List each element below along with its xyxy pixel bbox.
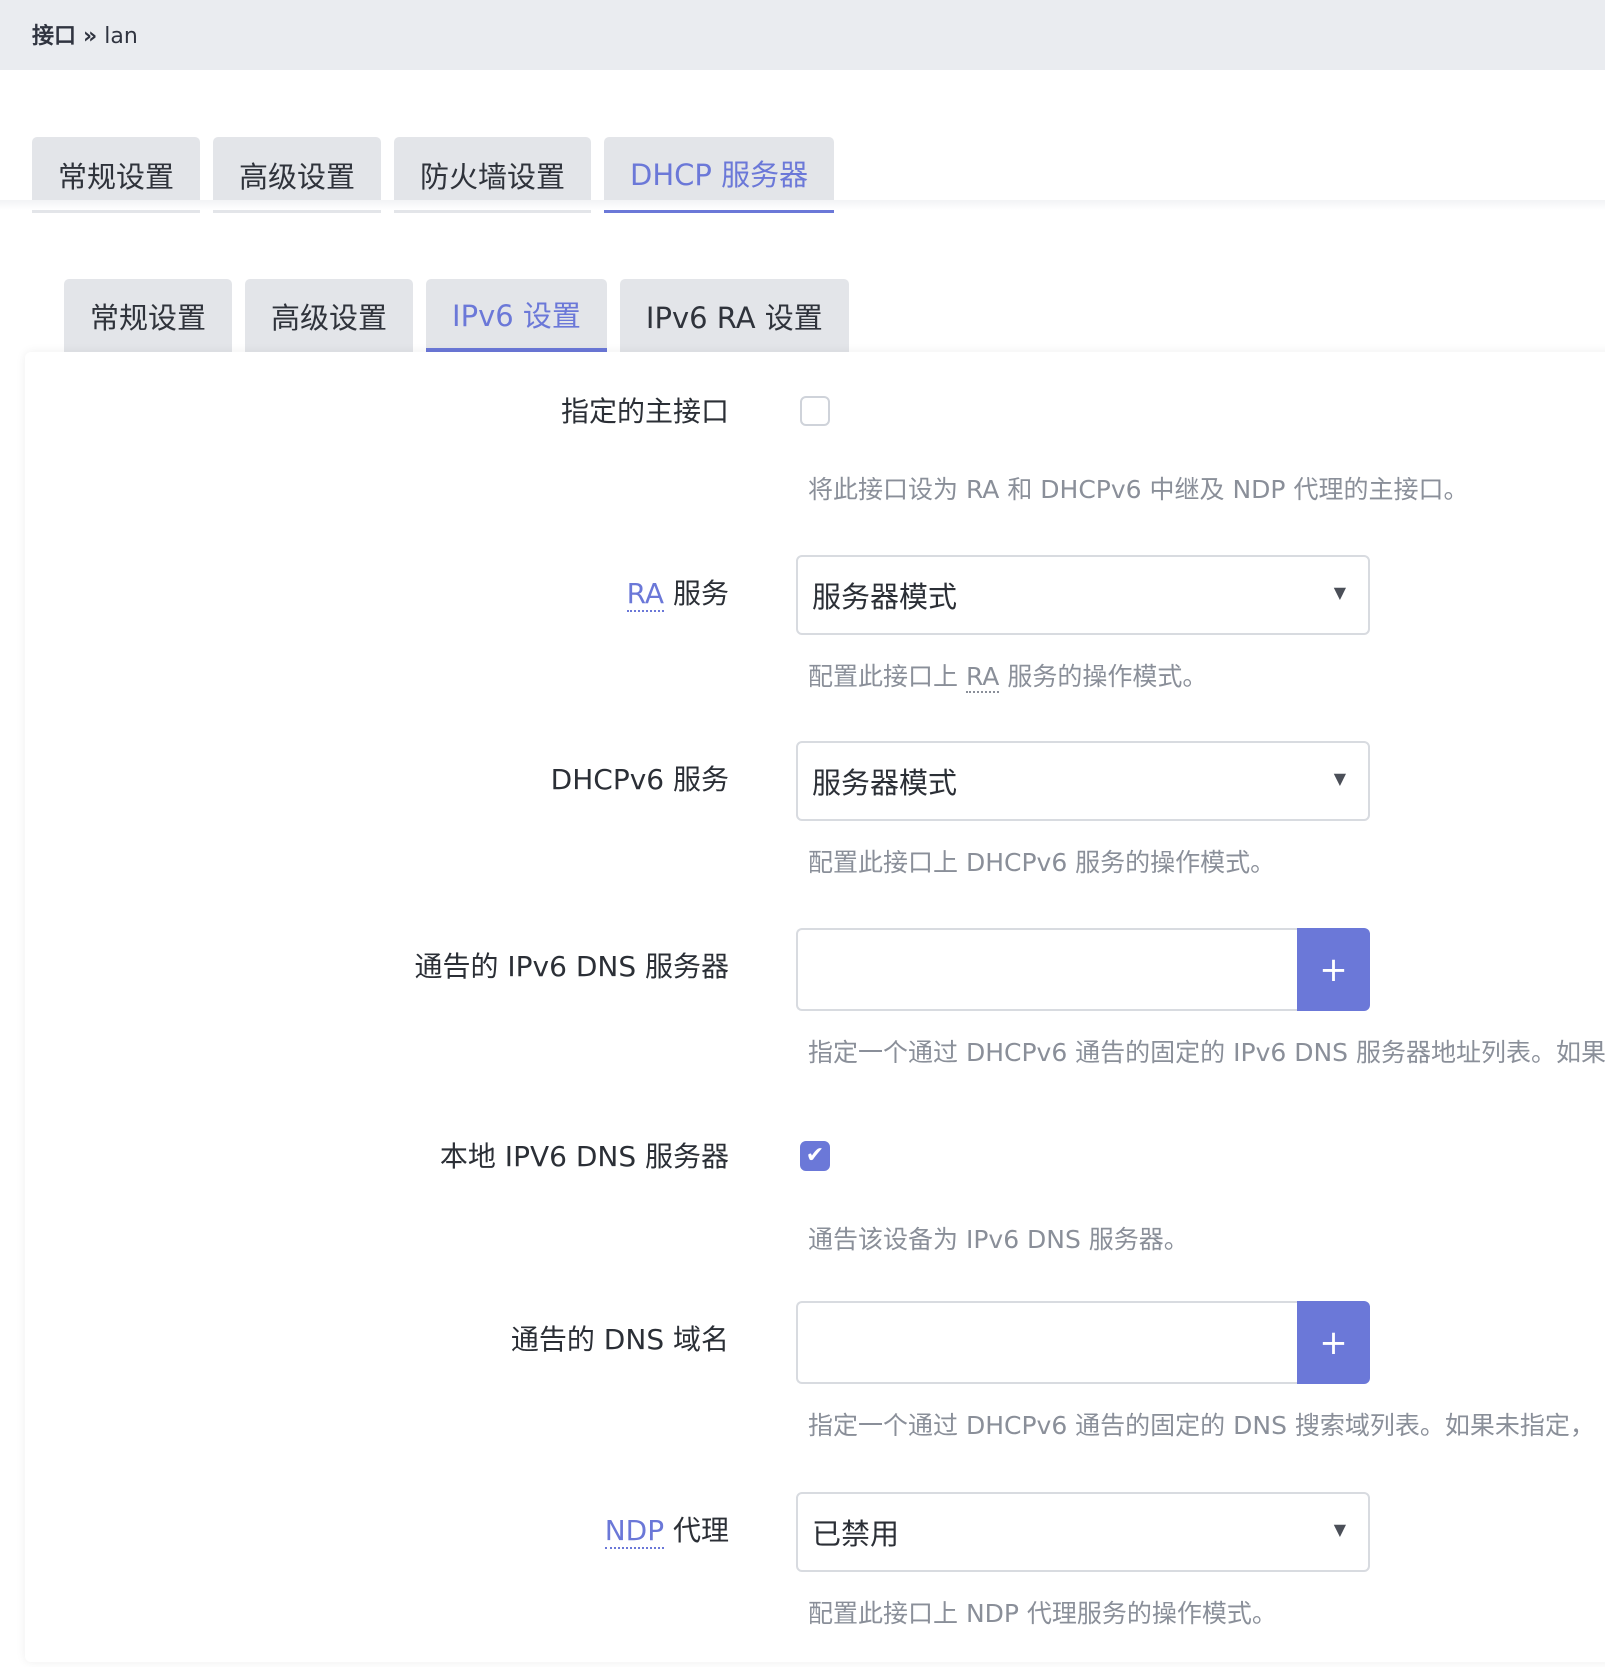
add-dns-server-button[interactable]: + bbox=[1297, 928, 1370, 1011]
subtab-ipv6[interactable]: IPv6 设置 bbox=[426, 279, 607, 353]
check-icon: ✔ bbox=[805, 1143, 825, 1168]
breadcrumb-page: lan bbox=[104, 24, 138, 49]
dns-domains-input[interactable] bbox=[796, 1301, 1297, 1384]
tab-divider bbox=[0, 200, 1605, 210]
chevron-down-icon: ▼ bbox=[1333, 583, 1346, 602]
subtab-advanced[interactable]: 高级设置 bbox=[245, 279, 414, 353]
breadcrumb-separator: » bbox=[83, 24, 98, 49]
dhcpv6-service-value: 服务器模式 bbox=[812, 766, 958, 800]
local-dns-label: 本地 IPV6 DNS 服务器 bbox=[439, 1140, 729, 1173]
master-interface-checkbox[interactable] bbox=[800, 396, 830, 426]
dns-servers-input[interactable] bbox=[796, 928, 1297, 1011]
dns-domains-desc: 指定一个通过 DHCPv6 通告的固定的 DNS 搜索域列表。如果未指定， bbox=[808, 1411, 1595, 1440]
add-dns-domain-button[interactable]: + bbox=[1297, 1301, 1370, 1384]
ndp-proxy-select[interactable]: 已禁用 ▼ bbox=[796, 1492, 1370, 1572]
ra-desc-pre: 配置此接口上 bbox=[808, 662, 966, 691]
ndp-label-text: 代理 bbox=[664, 1514, 729, 1547]
subtab-ipv6-ra[interactable]: IPv6 RA 设置 bbox=[619, 279, 849, 353]
dns-domains-list: + bbox=[796, 1301, 1370, 1384]
dhcpv6-service-select[interactable]: 服务器模式 ▼ bbox=[796, 741, 1370, 821]
master-interface-desc: 将此接口设为 RA 和 DHCPv6 中继及 NDP 代理的主接口。 bbox=[808, 475, 1469, 504]
ra-service-label: RA 服务 bbox=[626, 572, 729, 612]
ra-service-value: 服务器模式 bbox=[812, 580, 958, 614]
dns-servers-list: + bbox=[796, 928, 1370, 1011]
breadcrumb: 接口 » lan bbox=[32, 18, 138, 50]
dns-servers-label: 通告的 IPv6 DNS 服务器 bbox=[414, 950, 729, 983]
ndp-proxy-value: 已禁用 bbox=[812, 1517, 900, 1551]
breadcrumb-section[interactable]: 接口 bbox=[32, 24, 76, 49]
dns-servers-desc: 指定一个通过 DHCPv6 通告的固定的 IPv6 DNS 服务器地址列表。如果 bbox=[808, 1038, 1605, 1067]
local-dns-desc: 通告该设备为 IPv6 DNS 服务器。 bbox=[808, 1225, 1189, 1254]
dhcpv6-service-desc: 配置此接口上 DHCPv6 服务的操作模式。 bbox=[808, 848, 1276, 877]
ra-abbr: RA bbox=[626, 577, 665, 612]
ra-label-text: 服务 bbox=[664, 577, 729, 610]
local-dns-checkbox[interactable]: ✔ bbox=[800, 1141, 830, 1171]
dhcp-subtabs: 常规设置 高级设置 IPv6 设置 IPv6 RA 设置 bbox=[64, 279, 862, 353]
ra-desc-abbr: RA bbox=[965, 662, 1000, 693]
ndp-proxy-desc: 配置此接口上 NDP 代理服务的操作模式。 bbox=[808, 1599, 1277, 1628]
dhcpv6-service-label: DHCPv6 服务 bbox=[550, 763, 729, 796]
chevron-down-icon: ▼ bbox=[1333, 1520, 1346, 1539]
master-interface-label: 指定的主接口 bbox=[560, 395, 729, 428]
ra-service-desc: 配置此接口上 RA 服务的操作模式。 bbox=[808, 657, 1207, 693]
ra-desc-post: 服务的操作模式。 bbox=[999, 662, 1208, 691]
dns-domains-label: 通告的 DNS 域名 bbox=[510, 1323, 729, 1356]
ra-service-select[interactable]: 服务器模式 ▼ bbox=[796, 555, 1370, 635]
subtab-general[interactable]: 常规设置 bbox=[64, 279, 233, 353]
ndp-abbr: NDP bbox=[604, 1514, 665, 1549]
chevron-down-icon: ▼ bbox=[1333, 769, 1346, 788]
ndp-proxy-label: NDP 代理 bbox=[604, 1509, 729, 1549]
top-bar: 接口 » lan bbox=[0, 0, 1605, 70]
